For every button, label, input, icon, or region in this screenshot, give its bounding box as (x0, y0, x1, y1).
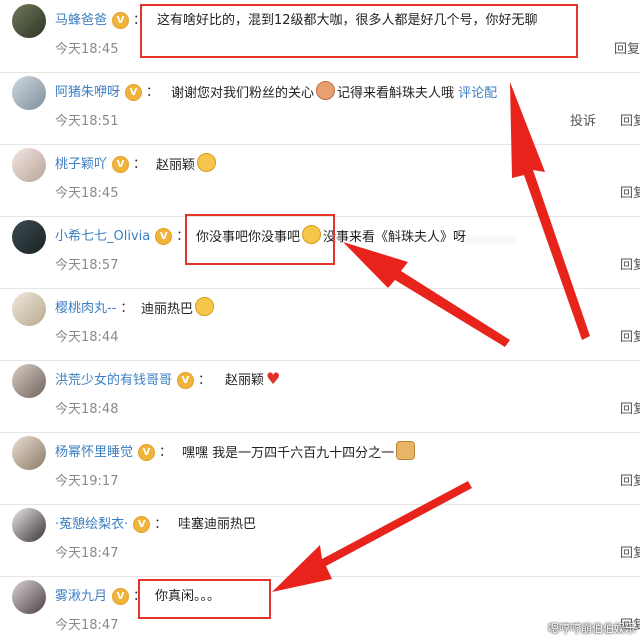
avatar[interactable] (12, 580, 46, 614)
comment-time: 今天18:47 (55, 618, 119, 633)
verified-badge-icon: V (112, 588, 130, 605)
commenter-name[interactable]: 洪荒少女的有钱哥哥 V： (55, 369, 211, 389)
commenter-name[interactable]: 桃子颖吖 V： (55, 153, 146, 173)
comment-text: 赵丽颖 (156, 153, 218, 173)
kiss-face-emoji-icon (195, 297, 215, 316)
comment-time: 今天18:44 (55, 330, 119, 345)
verified-badge-icon: V (125, 84, 143, 101)
comment-row: 阿猪朱咿呀 V： 谢谢您对我们粉丝的关心 记得来看斛珠夫人哦 评论配 今天18:51… (0, 72, 640, 145)
crying-face-emoji-icon (197, 153, 217, 172)
reply-button[interactable]: 回复 (614, 38, 640, 57)
comment-row: 洪荒少女的有钱哥哥 V： 赵丽颖 ♥ 今天18:48 回复 (0, 360, 640, 433)
reply-button[interactable]: 回复 (620, 254, 640, 273)
comment-time: 今天18:45 (55, 42, 119, 57)
comment-time: 今天18:48 (55, 402, 119, 417)
verified-badge-icon: V (133, 516, 151, 533)
comment-time: 今天18:51 (55, 114, 119, 129)
comment-text: 赵丽颖 ♥ (225, 369, 281, 388)
doge-emoji-icon (396, 441, 416, 460)
reply-button[interactable]: 回复 (620, 110, 640, 129)
commenter-name[interactable]: ·菟憩绘梨衣· V： (55, 513, 167, 533)
avatar[interactable] (12, 508, 46, 542)
comment-time: 今天19:17 (55, 474, 119, 489)
heart-icon: ♥ (266, 369, 281, 388)
comment-time: 今天18:45 (55, 186, 119, 201)
reply-button[interactable]: 回复 (620, 326, 640, 345)
avatar[interactable] (12, 148, 46, 182)
comment-time: 今天18:57 (55, 258, 119, 273)
avatar[interactable] (12, 76, 46, 110)
commenter-name[interactable]: 樱桃肉丸--： (55, 297, 133, 316)
shy-face-emoji-icon (316, 81, 336, 100)
highlight-box (185, 214, 335, 265)
comment-row: 樱桃肉丸--： 迪丽热巴 今天18:44 回复 (0, 288, 640, 361)
avatar[interactable] (12, 4, 46, 38)
report-button[interactable]: 投诉 (570, 110, 596, 129)
commenter-name[interactable]: 杨幂怀里睡觉 V： (55, 441, 172, 461)
comment-row: 杨幂怀里睡觉 V： 嘿嘿 我是一万四千六百九十四分之一 今天19:17 回复 (0, 432, 640, 505)
reply-button[interactable]: 回复 (620, 542, 640, 561)
comment-text: 嘿嘿 我是一万四千六百九十四分之一 (182, 441, 417, 461)
comment-row: 雾湫九月 V： 你真闲。。。 今天18:47 回复 (0, 576, 640, 642)
comment-text: 哇塞迪丽热巴 (178, 517, 257, 532)
verified-badge-icon: V (112, 12, 130, 29)
watermark-text: 嗯哼哼崩伯伯娱乐 (548, 622, 636, 635)
highlight-box (140, 4, 578, 58)
comment-link[interactable]: 评论配 (458, 86, 497, 101)
blurred-text: 。。。。。。。。 (466, 230, 525, 245)
commenter-name[interactable]: 马蜂爸爸 V： (55, 9, 146, 29)
verified-badge-icon: V (138, 444, 156, 461)
avatar[interactable] (12, 436, 46, 470)
reply-button[interactable]: 回复 (620, 398, 640, 417)
verified-badge-icon: V (112, 156, 130, 173)
avatar[interactable] (12, 220, 46, 254)
verified-badge-icon: V (155, 228, 173, 245)
highlight-box (138, 579, 271, 619)
verified-badge-icon: V (177, 372, 195, 389)
comment-time: 今天18:47 (55, 546, 119, 561)
comment-text: 迪丽热巴 (141, 297, 216, 317)
comment-row: 桃子颖吖 V： 赵丽颖 今天18:45 回复 (0, 144, 640, 217)
reply-button[interactable]: 回复 (620, 470, 640, 489)
avatar[interactable] (12, 364, 46, 398)
comment-row: ·菟憩绘梨衣· V： 哇塞迪丽热巴 今天18:47 回复 (0, 504, 640, 577)
commenter-name[interactable]: 雾湫九月 V： (55, 585, 146, 605)
commenter-name[interactable]: 小希七七_Olivia V： (55, 225, 189, 245)
commenter-name[interactable]: 阿猪朱咿呀 V： (55, 81, 159, 101)
comment-text: 谢谢您对我们粉丝的关心 记得来看斛珠夫人哦 评论配 (171, 81, 497, 101)
avatar[interactable] (12, 292, 46, 326)
reply-button[interactable]: 回复 (620, 182, 640, 201)
